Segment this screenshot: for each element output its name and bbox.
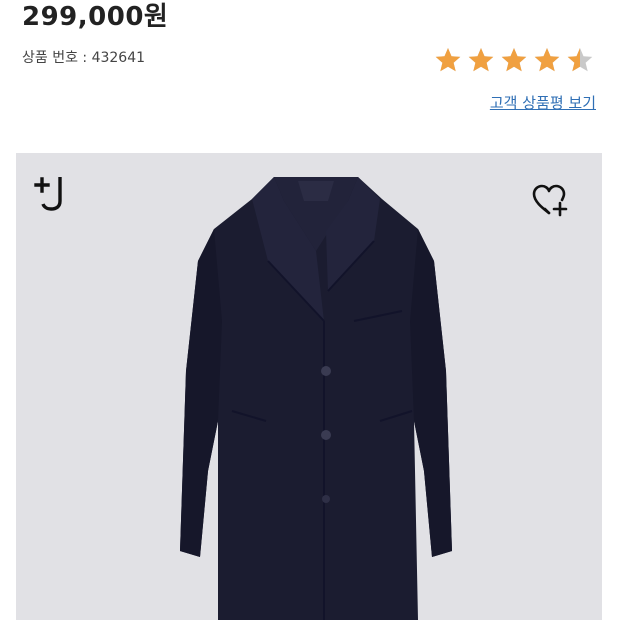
customer-reviews-link[interactable]: 고객 상품평 보기 — [490, 92, 596, 114]
star-full-icon[interactable] — [500, 46, 528, 74]
heart-plus-icon[interactable] — [530, 181, 570, 221]
product-image-panel[interactable] — [16, 153, 602, 620]
star-full-icon[interactable] — [467, 46, 495, 74]
navy-coat-image — [180, 177, 452, 620]
product-price: 299,000원 — [22, 2, 169, 32]
star-full-icon[interactable] — [533, 46, 561, 74]
rating-stars[interactable] — [434, 46, 594, 74]
plus-j-logo-icon — [34, 177, 62, 211]
star-full-icon[interactable] — [434, 46, 462, 74]
star-half-icon[interactable] — [566, 46, 594, 74]
product-id: 상품 번호 : 432641 — [22, 50, 146, 66]
